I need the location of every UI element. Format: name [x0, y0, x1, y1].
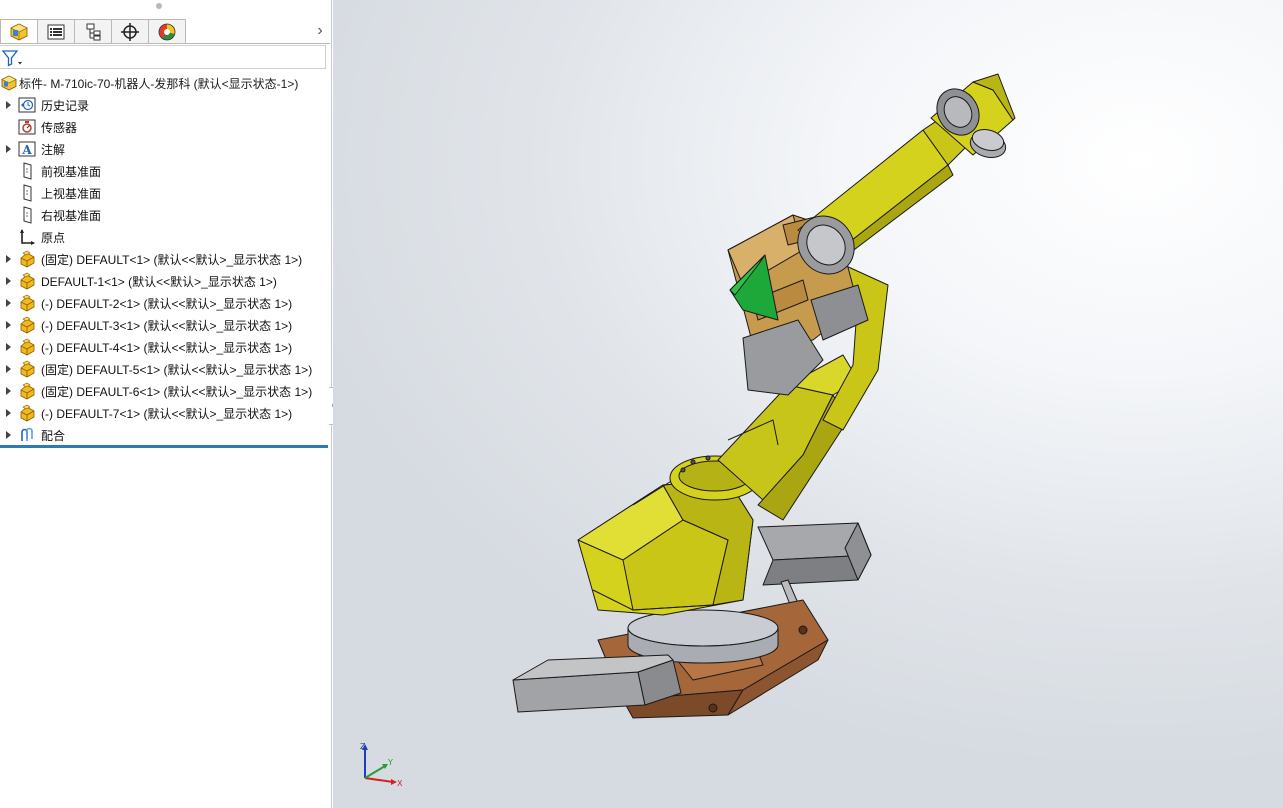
triad-x-label: X [397, 779, 403, 788]
part-icon [20, 294, 35, 312]
expand-arrow-icon[interactable] [0, 380, 16, 402]
svg-text:A: A [21, 143, 32, 157]
mates-icon [21, 427, 33, 441]
tree-item-part-default[interactable]: (固定) DEFAULT<1> (默认<<默认>_显示状态 1>) [0, 248, 330, 270]
tree-item-part-default-7[interactable]: (-) DEFAULT-7<1> (默认<<默认>_显示状态 1>) [0, 402, 330, 424]
displaymanager-icon [158, 23, 176, 40]
tree-item-label: (固定) DEFAULT<1> (默认<<默认>_显示状态 1>) [41, 252, 303, 267]
tree-item-part-default-5[interactable]: (固定) DEFAULT-5<1> (默认<<默认>_显示状态 1>) [0, 358, 330, 380]
tree-item-label: 原点 [41, 230, 66, 245]
filter-icon[interactable] [1, 49, 23, 67]
dimxpert-icon [121, 22, 139, 41]
tree-item-annotations[interactable]: A 注解 [0, 138, 330, 160]
plane-icon [23, 206, 32, 224]
tree-item-top-plane[interactable]: 上视基准面 [0, 182, 330, 204]
graphics-viewport[interactable]: Z Y X [333, 0, 1283, 808]
robot-model[interactable] [333, 0, 1283, 808]
triad-y-label: Y [387, 758, 393, 767]
part-icon [20, 250, 35, 268]
tab-configuration-manager[interactable] [74, 19, 112, 44]
part-icon [20, 404, 35, 422]
tab-divider [0, 43, 330, 44]
assembly-root-label: 标件- M-710ic-70-机器人-发那科 (默认<显示状态-1>) [19, 76, 299, 91]
assembly-icon [1, 75, 17, 91]
tree-item-part-default-1[interactable]: DEFAULT-1<1> (默认<<默认>_显示状态 1>) [0, 270, 330, 292]
expand-arrow-icon[interactable] [0, 424, 16, 446]
manager-tabs: › [0, 19, 330, 44]
tab-feature-manager[interactable] [0, 19, 38, 44]
expand-arrow-icon[interactable] [0, 314, 16, 336]
tree-item-label: 前视基准面 [41, 164, 102, 179]
tree-item-label: (-) DEFAULT-4<1> (默认<<默认>_显示状态 1>) [41, 340, 293, 355]
plane-icon [23, 184, 32, 202]
sensor-icon [18, 119, 36, 135]
tree-item-label: 历史记录 [41, 98, 90, 113]
annotation-icon: A [18, 141, 36, 157]
tree-item-origin[interactable]: 原点 [0, 226, 330, 248]
expand-arrow-icon[interactable] [0, 292, 16, 314]
reference-triad: Z Y X [360, 742, 403, 788]
feature-manager-panel: › 标件- M-710ic-70-机器人-发那科 (默认<显示状态-1>) 历史… [0, 0, 332, 808]
tree-item-label: 传感器 [41, 120, 78, 135]
expand-arrow-icon[interactable] [0, 270, 16, 292]
tree-item-label: (-) DEFAULT-3<1> (默认<<默认>_显示状态 1>) [41, 318, 293, 333]
feature-tree: 历史记录 传感器 A 注解 前视基准面 上视基准面 右视基准面 原点 (固定) … [0, 94, 330, 446]
tab-dimxpert-manager[interactable] [111, 19, 149, 44]
expand-arrow-icon[interactable] [0, 138, 16, 160]
tree-item-part-default-4[interactable]: (-) DEFAULT-4<1> (默认<<默认>_显示状态 1>) [0, 336, 330, 358]
tree-item-label: 右视基准面 [41, 208, 102, 223]
tree-item-label: 注解 [41, 142, 66, 157]
tree-item-label: (固定) DEFAULT-5<1> (默认<<默认>_显示状态 1>) [41, 362, 313, 377]
rollback-bar[interactable] [0, 445, 328, 448]
part-icon [20, 338, 35, 356]
tree-item-label: 上视基准面 [41, 186, 102, 201]
configurationmanager-icon [86, 23, 101, 40]
tab-property-manager[interactable] [37, 19, 75, 44]
tree-item-sensors[interactable]: 传感器 [0, 116, 330, 138]
triad-z-label: Z [360, 742, 366, 751]
tree-item-label: 配合 [41, 428, 66, 443]
more-tabs-arrow[interactable]: › [312, 21, 328, 41]
part-icon [20, 272, 35, 290]
tab-display-manager[interactable] [148, 19, 186, 44]
part-icon [20, 360, 35, 378]
plane-icon [23, 162, 32, 180]
tree-item-part-default-3[interactable]: (-) DEFAULT-3<1> (默认<<默认>_显示状态 1>) [0, 314, 330, 336]
tree-item-history[interactable]: 历史记录 [0, 94, 330, 116]
tree-item-front-plane[interactable]: 前视基准面 [0, 160, 330, 182]
tree-item-label: (-) DEFAULT-2<1> (默认<<默认>_显示状态 1>) [41, 296, 293, 311]
tree-item-label: DEFAULT-1<1> (默认<<默认>_显示状态 1>) [41, 274, 277, 289]
history-icon [18, 97, 36, 113]
tree-item-mates[interactable]: 配合 [0, 424, 330, 446]
expand-arrow-icon[interactable] [0, 402, 16, 424]
expand-arrow-icon[interactable] [0, 248, 16, 270]
featuremanager-icon [10, 23, 28, 40]
feature-filter-bar[interactable] [0, 45, 326, 69]
tree-item-part-default-6[interactable]: (固定) DEFAULT-6<1> (默认<<默认>_显示状态 1>) [0, 380, 330, 402]
expand-arrow-icon[interactable] [0, 336, 16, 358]
propertymanager-icon [47, 24, 65, 39]
tree-item-label: (-) DEFAULT-7<1> (默认<<默认>_显示状态 1>) [41, 406, 293, 421]
part-icon [20, 316, 35, 334]
part-icon [20, 382, 35, 400]
expand-arrow-icon[interactable] [0, 94, 16, 116]
origin-icon [20, 229, 35, 245]
tree-item-part-default-2[interactable]: (-) DEFAULT-2<1> (默认<<默认>_显示状态 1>) [0, 292, 330, 314]
assembly-root-node[interactable]: 标件- M-710ic-70-机器人-发那科 (默认<显示状态-1>) [0, 73, 330, 93]
tree-item-right-plane[interactable]: 右视基准面 [0, 204, 330, 226]
expand-arrow-icon[interactable] [0, 358, 16, 380]
tree-item-label: (固定) DEFAULT-6<1> (默认<<默认>_显示状态 1>) [41, 384, 313, 399]
panel-grip-handle[interactable] [156, 3, 162, 9]
